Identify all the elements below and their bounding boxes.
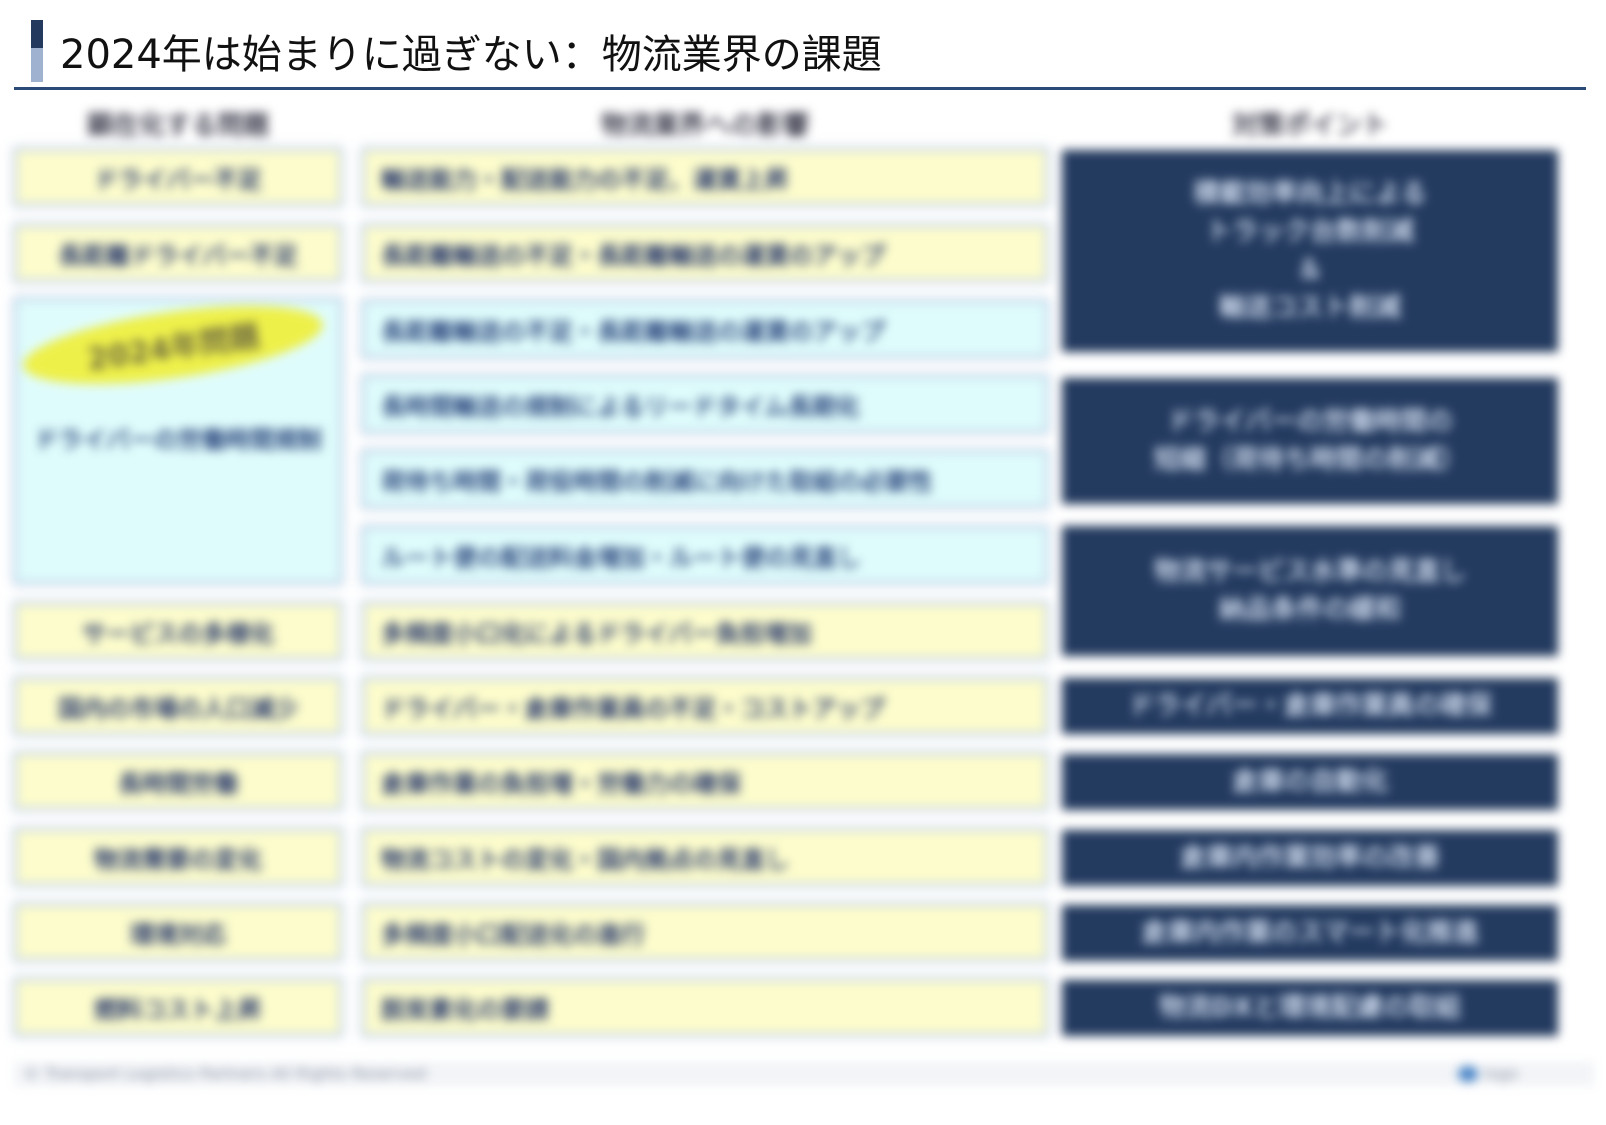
issue-cell: 国内の市場の人口減少 — [14, 677, 342, 735]
issue-cell: 長距離ドライバー不足 — [14, 224, 342, 282]
impact-cell: 長時間輸送の規制によるリードタイム長期化 — [362, 375, 1048, 433]
impact-cell: 倉庫作業の負担増・労働力の確保 — [362, 752, 1048, 810]
impact-cell: 脱炭素化の要請 — [362, 978, 1048, 1036]
issue-cell: ドライバー不足 — [14, 148, 342, 206]
issue-cell: 燃料コスト上昇 — [14, 978, 342, 1036]
footer-copyright: © Transport Logistics Partners All Right… — [24, 1064, 427, 1083]
impact-cell: 多頻度小口化によるドライバー負担増加 — [362, 602, 1048, 660]
impact-cell: 長距離輸送の不足・長距離輸送の運賃のアップ — [362, 300, 1048, 358]
page-title: 2024年は始まりに過ぎない：物流業界の課題 — [60, 32, 882, 78]
point-cell: 物流DXと環境配慮の取組 — [1062, 980, 1558, 1036]
header-issues: 顕在化する問題 — [86, 111, 269, 141]
title-underline — [14, 87, 1586, 90]
header-impact: 物流業界への影響 — [600, 111, 809, 141]
impact-cell: 荷待ち時間・荷役時間の削減に向けた取組の必要性 — [362, 450, 1048, 508]
impact-cell: 輸送能力・配送能力の不足、運賃上昇 — [362, 148, 1048, 206]
issue-cell: 環境対応 — [14, 903, 342, 961]
title-accent-bar — [31, 20, 43, 82]
impact-cell: 多頻度小口配送化の進行 — [362, 903, 1048, 961]
impact-cell: ドライバー・倉庫作業員の不足・コストアップ — [362, 677, 1048, 735]
header-points: 対策ポイント — [1231, 111, 1388, 141]
point-cell: 倉庫内作業効率の改善 — [1062, 830, 1558, 886]
issue-cell-label: ドライバーの労働時間規制 — [34, 426, 322, 454]
point-cell: 積載効率向上による トラック台数削減 ＆ 輸送コスト削減 — [1062, 150, 1558, 352]
point-cell: 倉庫の自動化 — [1062, 754, 1558, 810]
point-cell: 倉庫内作業のスマート化推進 — [1062, 905, 1558, 961]
issue-cell: 物流需要の変化 — [14, 828, 342, 886]
issue-cell: サービスの多様化 — [14, 602, 342, 660]
point-cell: ドライバー・倉庫作業員の確保 — [1062, 678, 1558, 734]
point-cell: ドライバーの労働時間の 短縮（荷待ち時間の削減） — [1062, 378, 1558, 504]
impact-cell: ルート便の配送料金増加・ルート便の見直し — [362, 526, 1048, 584]
impact-cell: 長距離輸送の不足・長距離輸送の運賃のアップ — [362, 224, 1048, 282]
company-logo-text: logo — [1484, 1064, 1519, 1083]
issue-cell: 長時間労働 — [14, 752, 342, 810]
impact-cell: 物流コストの変化・国内拠点の見直し — [362, 828, 1048, 886]
point-cell: 物流サービス水準の見直し 納品条件の緩和 — [1062, 526, 1558, 656]
company-logo-icon — [1458, 1066, 1478, 1082]
